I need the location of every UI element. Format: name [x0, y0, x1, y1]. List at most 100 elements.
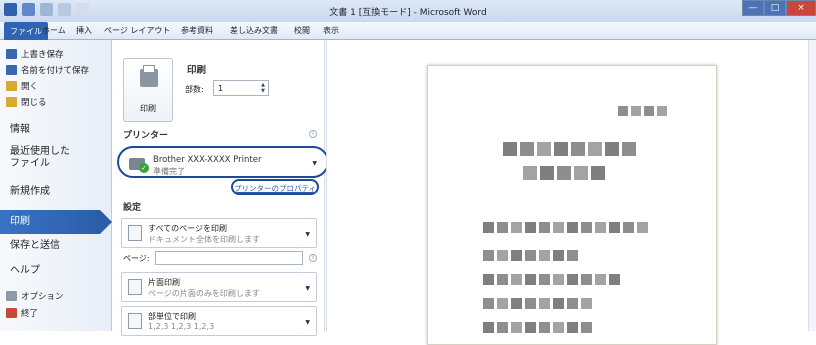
- options-icon: [6, 291, 17, 301]
- options-item[interactable]: オプション: [6, 290, 64, 302]
- nav-save-send[interactable]: 保存と送信: [10, 240, 60, 252]
- printer-name: Brother XXX-XXXX Printer: [153, 155, 262, 165]
- print-range-subtitle: ドキュメント全体を印刷します: [148, 235, 260, 244]
- preview-text-block: [557, 166, 571, 180]
- tab-review[interactable]: 校閲: [294, 25, 310, 36]
- preview-text-block: [567, 322, 578, 333]
- preview-text-block: [553, 298, 564, 309]
- preview-text-block: [567, 274, 578, 285]
- preview-text-block: [591, 166, 605, 180]
- save-item[interactable]: 上書き保存: [6, 48, 64, 60]
- chevron-down-icon: ▼: [305, 285, 310, 292]
- preview-text-line: [483, 298, 592, 309]
- save-as-item[interactable]: 名前を付けて保存: [6, 64, 89, 76]
- minimize-button[interactable]: —: [742, 0, 764, 16]
- preview-text-block: [497, 274, 508, 285]
- exit-item[interactable]: 終了: [6, 307, 38, 319]
- preview-page: [427, 65, 717, 345]
- preview-text-block: [574, 166, 588, 180]
- nav-new[interactable]: 新規作成: [10, 186, 50, 198]
- preview-text-block: [483, 222, 494, 233]
- preview-text-line: [523, 166, 605, 180]
- print-heading: 印刷: [187, 65, 207, 76]
- print-range-dropdown[interactable]: すべてのページを印刷 ドキュメント全体を印刷します ▼: [121, 218, 317, 248]
- tab-page-layout[interactable]: ページ レイアウト: [104, 25, 170, 36]
- one-sided-icon: [128, 279, 142, 295]
- pages-info-icon[interactable]: i: [309, 254, 317, 262]
- tab-view[interactable]: 表示: [323, 25, 339, 36]
- maximize-button[interactable]: □: [764, 0, 786, 16]
- preview-text-block: [497, 222, 508, 233]
- nav-print[interactable]: 印刷: [0, 210, 100, 234]
- preview-text-block: [553, 222, 564, 233]
- preview-text-block: [525, 322, 536, 333]
- spin-arrows-icon[interactable]: ▲ ▼: [261, 82, 265, 94]
- preview-text-block: [539, 274, 550, 285]
- title-bar: 文書 1 [互換モード] - Microsoft Word — □ ×: [0, 0, 816, 22]
- preview-text-block: [539, 298, 550, 309]
- preview-text-block: [539, 222, 550, 233]
- preview-text-block: [511, 322, 522, 333]
- window-controls: — □ ×: [742, 0, 816, 16]
- backstage-nav: 上書き保存 名前を付けて保存 開く 閉じる 情報 最近使用した ファイル 新規作…: [0, 40, 112, 331]
- preview-text-block: [609, 222, 620, 233]
- preview-text-line: [483, 222, 648, 233]
- preview-text-block: [511, 250, 522, 261]
- collate-icon: [128, 313, 142, 329]
- preview-text-block: [567, 222, 578, 233]
- preview-text-block: [595, 222, 606, 233]
- close-button[interactable]: ×: [786, 0, 816, 16]
- tab-home[interactable]: ホーム: [42, 25, 66, 36]
- print-preview-pane: [326, 40, 816, 345]
- collate-dropdown[interactable]: 部単位で印刷 1,2,3 1,2,3 1,2,3 ▼: [121, 306, 317, 336]
- save-icon: [6, 49, 17, 59]
- copies-spinner[interactable]: 1 ▲ ▼: [213, 80, 269, 96]
- vertical-scrollbar[interactable]: [808, 40, 816, 331]
- sides-subtitle: ページの片面のみを印刷します: [148, 289, 260, 298]
- chevron-down-icon: ▼: [305, 231, 310, 238]
- settings-heading: 設定: [123, 203, 142, 213]
- sides-title: 片面印刷: [148, 278, 180, 287]
- close-doc-item[interactable]: 閉じる: [6, 96, 47, 108]
- preview-text-block: [483, 250, 494, 261]
- preview-text-block: [622, 142, 636, 156]
- tab-references[interactable]: 参考資料: [181, 25, 213, 36]
- nav-recent[interactable]: 最近使用した ファイル: [10, 146, 70, 170]
- open-item[interactable]: 開く: [6, 80, 38, 92]
- info-icon[interactable]: i: [309, 130, 317, 138]
- preview-text-block: [581, 322, 592, 333]
- exit-icon: [6, 308, 17, 318]
- preview-text-block: [554, 142, 568, 156]
- preview-text-block: [637, 222, 648, 233]
- preview-text-block: [618, 106, 628, 116]
- close-doc-icon: [6, 97, 17, 107]
- active-pointer-arrow: [100, 210, 112, 234]
- preview-text-block: [631, 106, 641, 116]
- chevron-down-icon: ▼: [305, 319, 310, 326]
- preview-text-block: [553, 322, 564, 333]
- printer-dropdown[interactable]: ✓ Brother XXX-XXXX Printer 準備完了 ▼: [117, 146, 329, 178]
- printer-paper-icon: [143, 65, 155, 73]
- preview-text-line: [618, 106, 667, 116]
- preview-text-block: [540, 166, 554, 180]
- nav-info[interactable]: 情報: [10, 124, 30, 136]
- preview-text-block: [483, 274, 494, 285]
- collate-title: 部単位で印刷: [148, 312, 196, 321]
- preview-text-block: [483, 298, 494, 309]
- tab-mailings[interactable]: 差し込み文書: [230, 25, 278, 36]
- nav-help[interactable]: ヘルプ: [10, 265, 40, 277]
- sides-dropdown[interactable]: 片面印刷 ページの片面のみを印刷します ▼: [121, 272, 317, 302]
- printer-properties-link[interactable]: プリンターのプロパティ: [234, 184, 316, 193]
- preview-text-block: [537, 142, 551, 156]
- preview-text-block: [567, 298, 578, 309]
- preview-text-block: [609, 274, 620, 285]
- print-panel: 印刷 印刷 部数: 1 ▲ ▼ プリンター i ✓ Brother XXX-XXX…: [113, 40, 329, 336]
- printer-status: 準備完了: [153, 167, 185, 176]
- print-button[interactable]: 印刷: [123, 58, 173, 122]
- pages-input[interactable]: [155, 251, 303, 265]
- tab-insert[interactable]: 挿入: [76, 25, 92, 36]
- preview-text-block: [497, 250, 508, 261]
- preview-text-block: [520, 142, 534, 156]
- preview-text-block: [644, 106, 654, 116]
- preview-text-block: [588, 142, 602, 156]
